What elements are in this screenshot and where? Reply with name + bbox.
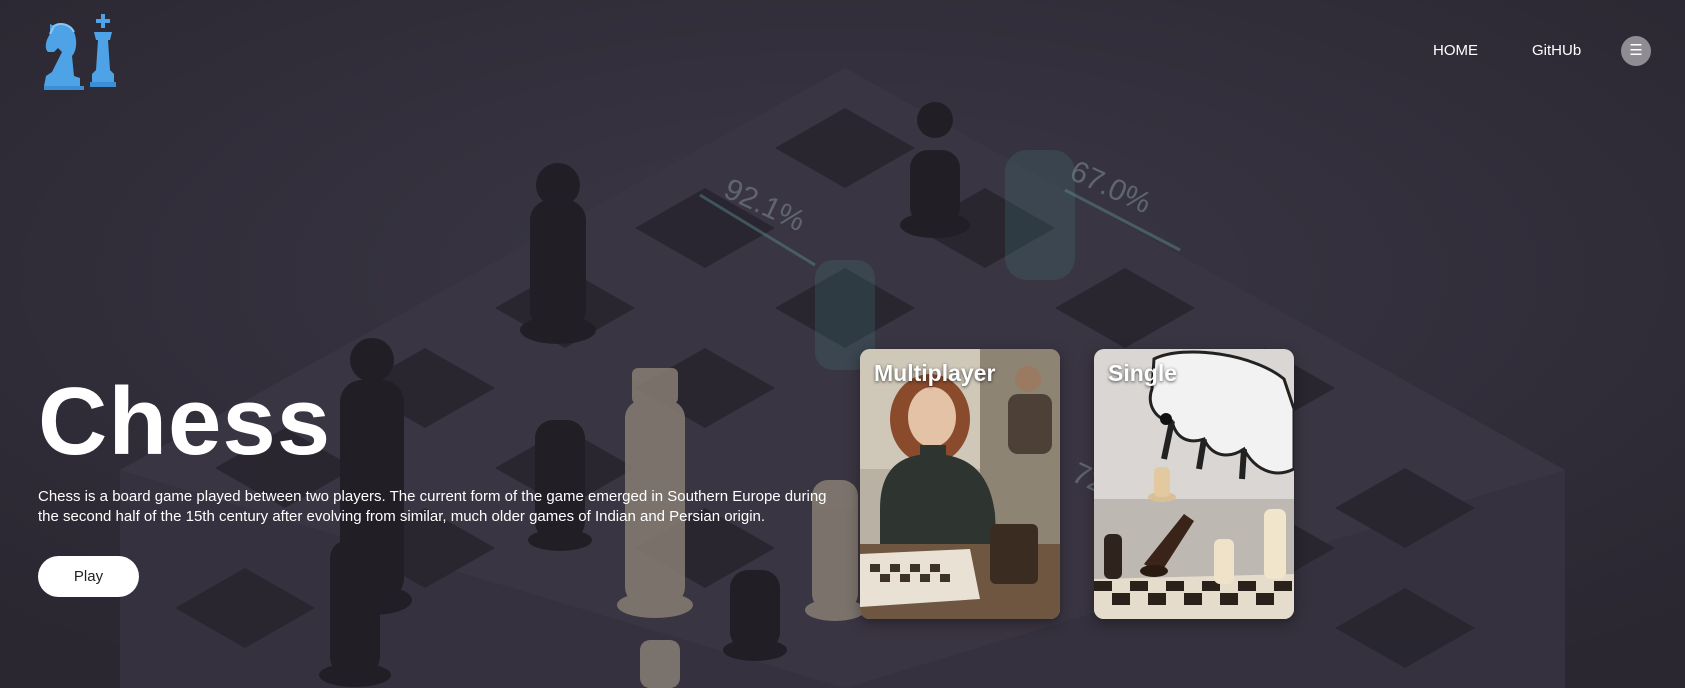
nav-github-link[interactable]: GitHUb xyxy=(1532,42,1581,59)
card-label: Single xyxy=(1108,360,1178,386)
page-title: Chess xyxy=(38,368,332,475)
hero-description: Chess is a board game played between two… xyxy=(38,488,827,525)
multiplayer-card-image xyxy=(860,349,1060,619)
chessboard-background-image: 92.1% 67.0% 72 xyxy=(0,0,1685,688)
single-card-image xyxy=(1094,349,1294,619)
play-button[interactable]: Play xyxy=(38,556,139,597)
multiplayer-mode-card[interactable]: Multiplayer xyxy=(860,349,1060,619)
single-player-mode-card[interactable]: Single xyxy=(1094,349,1294,619)
chess-knight-king-logo-icon[interactable] xyxy=(40,12,120,90)
nav-home-link[interactable]: HOME xyxy=(1433,42,1478,59)
menu-icon[interactable]: ☰ xyxy=(1621,36,1651,66)
chess-landing-page: 92.1% 67.0% 72 HOME GitHUb ☰ Chess Chess… xyxy=(0,0,1685,688)
card-label: Multiplayer xyxy=(874,360,996,386)
